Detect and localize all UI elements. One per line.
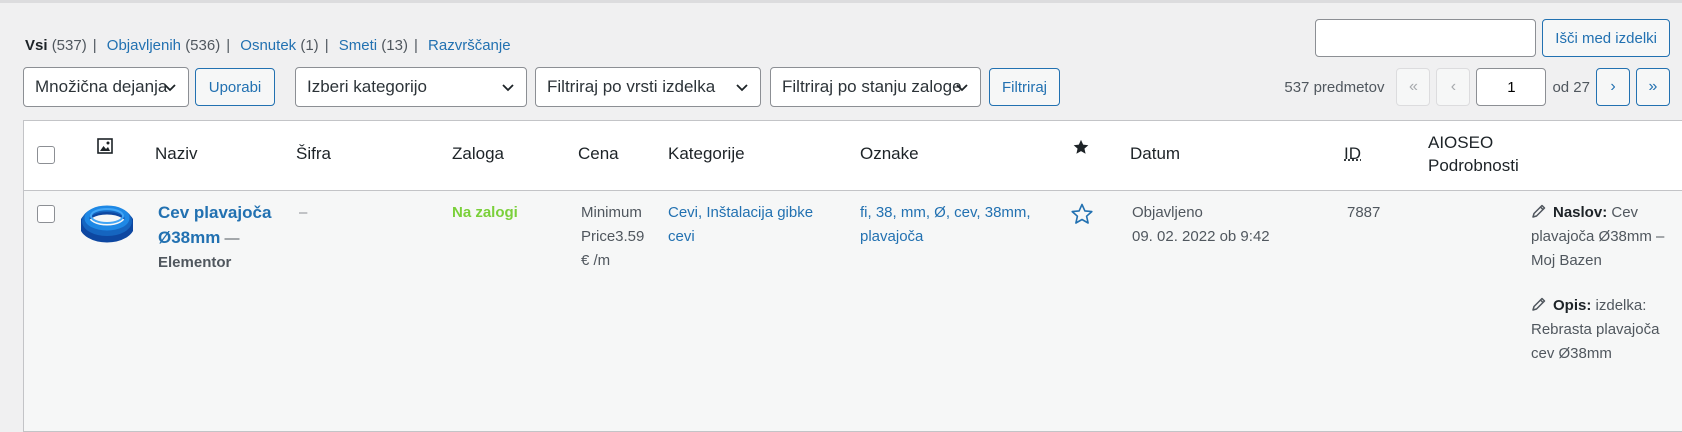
- date-cell: Objavljeno 09. 02. 2022 ob 9:42: [1132, 201, 1322, 249]
- aioseo-desc-label: Opis:: [1553, 297, 1592, 314]
- apply-button[interactable]: Uporabi: [195, 68, 275, 106]
- total-pages: od 27: [1552, 78, 1590, 96]
- products-table: Naziv Šifra Zaloga Cena Kategorije Oznak…: [23, 120, 1682, 432]
- pencil-icon[interactable]: [1531, 203, 1547, 219]
- column-tags: Oznake: [860, 144, 919, 163]
- next-page-button[interactable]: ›: [1596, 68, 1630, 106]
- date-value: 09. 02. 2022 ob 9:42: [1132, 228, 1270, 245]
- product-title-link[interactable]: Cev plavajoča Ø38mm: [158, 203, 271, 247]
- filter-draft[interactable]: Osnutek: [240, 37, 296, 54]
- column-price[interactable]: Cena: [578, 144, 619, 164]
- category-links[interactable]: Cevi, Inštalacija gibke: [668, 204, 813, 221]
- filter-all-count: (537): [51, 37, 87, 54]
- column-stock: Zaloga: [452, 144, 504, 163]
- filter-published-count: (536): [185, 37, 221, 54]
- column-name[interactable]: Naziv: [155, 144, 198, 164]
- filter-trash[interactable]: Smeti: [339, 37, 377, 54]
- date-status: Objavljeno: [1132, 204, 1203, 221]
- chevron-down-icon: [502, 84, 514, 92]
- bulk-actions-select[interactable]: Množična dejanja: [23, 67, 189, 107]
- chevron-down-icon: [164, 84, 176, 92]
- tags-cell: fi, 38, mm, Ø, cev, 38mm, plavajoča: [860, 201, 1060, 249]
- chevron-down-icon: [736, 84, 748, 92]
- category-select[interactable]: Izberi kategorijo: [295, 67, 527, 107]
- admin-top-edge: [0, 0, 1682, 3]
- status-filters: Vsi (537) | Objavljenih (536) | Osnutek (1…: [25, 37, 511, 54]
- product-thumbnail[interactable]: [81, 202, 133, 244]
- price-line: Price3.59: [581, 228, 645, 245]
- search-button[interactable]: Išči med izdelki: [1542, 19, 1670, 57]
- filter-draft-count: (1): [300, 37, 319, 54]
- search-box: Išči med izdelki: [1315, 19, 1670, 57]
- image-icon: [97, 138, 113, 154]
- tag-links[interactable]: fi, 38, mm, Ø, cev, 38mm,: [860, 204, 1031, 221]
- separator: |: [324, 37, 329, 54]
- filter-all[interactable]: Vsi: [25, 37, 48, 54]
- tag-links[interactable]: plavajoča: [860, 228, 923, 245]
- price-line: Minimum: [581, 204, 642, 221]
- aioseo-description: Opis: izdelka: Rebrasta plavajoča cev Ø3…: [1531, 294, 1671, 378]
- product-id: 7887: [1347, 204, 1381, 221]
- featured-star-outline-icon[interactable]: [1070, 202, 1094, 226]
- stock-status-select[interactable]: Filtriraj po stanju zaloge: [770, 67, 981, 107]
- aioseo-desc-value: izdelka: Rebrasta plavajoča cev Ø38mm: [1531, 297, 1660, 362]
- pagination: 537 predmetov « ‹ od 27 › »: [1284, 67, 1670, 107]
- row-checkbox[interactable]: [37, 205, 55, 223]
- current-page-input[interactable]: [1476, 68, 1547, 106]
- column-sku[interactable]: Šifra: [296, 144, 331, 164]
- column-id[interactable]: ID: [1344, 144, 1361, 164]
- column-categories: Kategorije: [668, 144, 745, 163]
- product-type-label: Filtriraj po vrsti izdelka: [547, 77, 716, 96]
- separator: |: [413, 37, 418, 54]
- filter-button[interactable]: Filtriraj: [989, 68, 1060, 106]
- search-input[interactable]: [1315, 19, 1537, 57]
- product-name-cell: Cev plavajoča Ø38mm — Elementor: [158, 201, 288, 275]
- tablenav-top: Množična dejanja Uporabi Izberi kategori…: [23, 67, 1670, 107]
- last-page-button[interactable]: »: [1636, 68, 1670, 106]
- price-cell: Minimum Price3.59 € /m: [581, 201, 661, 273]
- table-header: Naziv Šifra Zaloga Cena Kategorije Oznak…: [24, 121, 1682, 191]
- table-body: Cev plavajoča Ø38mm — Elementor – Na zal…: [24, 191, 1682, 431]
- filter-trash-count: (13): [381, 37, 408, 54]
- category-select-label: Izberi kategorijo: [307, 77, 428, 96]
- separator: |: [226, 37, 231, 54]
- column-date[interactable]: Datum: [1130, 144, 1180, 164]
- stock-status-label: Filtriraj po stanju zaloge: [782, 77, 962, 96]
- filter-sorting[interactable]: Razvrščanje: [428, 37, 511, 54]
- title-dash: —: [220, 230, 240, 247]
- aioseo-title: Naslov: Cev plavajoča Ø38mm – Moj Bazen: [1531, 201, 1671, 285]
- select-all-checkbox[interactable]: [37, 146, 55, 164]
- first-page-button: «: [1396, 68, 1431, 106]
- featured-star-icon[interactable]: [1072, 138, 1090, 156]
- categories-cell: Cevi, Inštalacija gibke cevi: [668, 201, 838, 249]
- prev-page-button: ‹: [1436, 68, 1471, 106]
- aioseo-title-label: Naslov:: [1553, 204, 1608, 221]
- stock-status: Na zalogi: [452, 204, 518, 221]
- bulk-actions-label: Množična dejanja: [35, 77, 168, 96]
- product-type-select[interactable]: Filtriraj po vrsti izdelka: [535, 67, 761, 107]
- page-builder-label: Elementor: [158, 254, 232, 271]
- column-aioseo: AIOSEO Podrobnosti: [1428, 133, 1519, 175]
- price-line: € /m: [581, 252, 611, 269]
- sku-value: –: [299, 204, 308, 221]
- chevron-down-icon: [956, 84, 968, 92]
- separator: |: [92, 37, 97, 54]
- category-links[interactable]: cevi: [668, 228, 695, 245]
- items-count: 537 predmetov: [1284, 78, 1385, 96]
- filter-published[interactable]: Objavljenih: [107, 37, 181, 54]
- pencil-icon[interactable]: [1531, 296, 1547, 312]
